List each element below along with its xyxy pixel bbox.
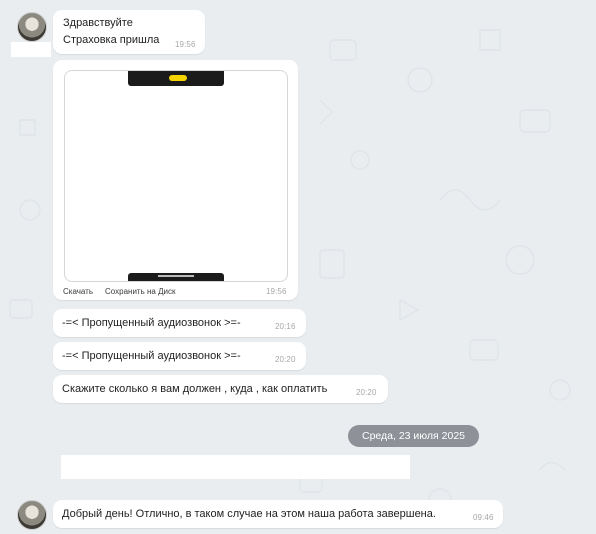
- message-bubble[interactable]: Скажите сколько я вам должен , куда , ка…: [53, 375, 388, 403]
- avatar[interactable]: [17, 500, 47, 530]
- message-text: Страховка пришла: [63, 34, 160, 46]
- phone-nav-bar: [128, 273, 224, 281]
- message-time: 19:56: [266, 287, 287, 296]
- message-bubble[interactable]: Здравствуйте Страховка пришла 19:56: [53, 10, 205, 54]
- message-time: 09:46: [473, 513, 494, 522]
- save-to-disk-link[interactable]: Сохранить на Диск: [105, 284, 175, 299]
- avatar[interactable]: [17, 12, 47, 42]
- message-bubble[interactable]: -=< Пропущенный аудиозвонок >=- 20:16: [53, 309, 306, 337]
- home-indicator-icon: [158, 275, 194, 277]
- image-message-bubble[interactable]: Скачать Сохранить на Диск 19:56: [53, 60, 298, 300]
- message-time: 20:16: [275, 322, 296, 331]
- message-time: 19:56: [175, 40, 196, 49]
- date-separator: Среда, 23 июля 2025: [348, 425, 479, 447]
- phone-screenshot-preview[interactable]: [64, 70, 288, 282]
- message-bubble[interactable]: Добрый день! Отлично, в таком случае на …: [53, 500, 503, 528]
- message-text: -=< Пропущенный аудиозвонок >=-: [62, 317, 241, 329]
- status-pill-icon: [169, 75, 187, 81]
- message-text: Скажите сколько я вам должен , куда , ка…: [62, 383, 328, 395]
- message-text: Здравствуйте: [63, 17, 133, 29]
- message-text: Добрый день! Отлично, в таком случае на …: [62, 508, 436, 520]
- phone-status-bar: [128, 71, 224, 86]
- redacted-strip: [11, 42, 51, 57]
- redacted-strip: [61, 455, 410, 479]
- message-bubble[interactable]: -=< Пропущенный аудиозвонок >=- 20:20: [53, 342, 306, 370]
- message-time: 20:20: [275, 355, 296, 364]
- download-link[interactable]: Скачать: [63, 284, 93, 299]
- message-time: 20:20: [356, 388, 377, 397]
- message-text: -=< Пропущенный аудиозвонок >=-: [62, 350, 241, 362]
